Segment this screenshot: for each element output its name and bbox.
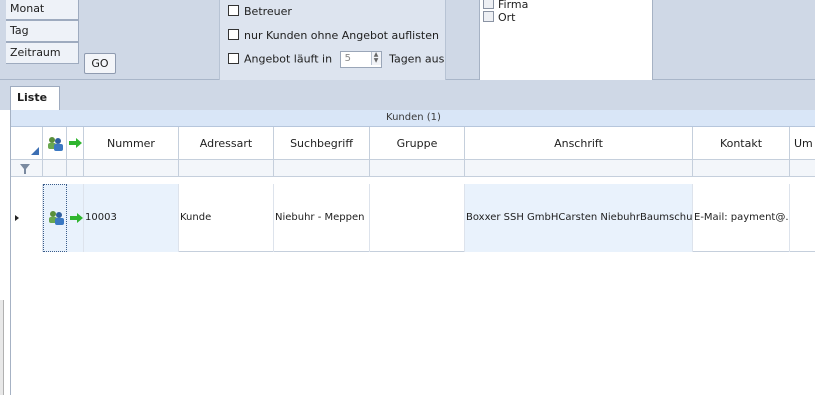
people-icon — [49, 211, 64, 225]
column-header-kontakt[interactable]: Kontakt — [693, 127, 790, 160]
period-tab-monat[interactable]: Monat — [6, 0, 79, 20]
period-tab-tag[interactable]: Tag — [6, 20, 79, 42]
people-icon-header — [43, 127, 67, 160]
angebot-prefix-label: Angebot läuft in — [244, 52, 333, 66]
cell-um[interactable] — [790, 184, 815, 252]
option-ohne-angebot[interactable]: nur Kunden ohne Angebot auflisten — [228, 28, 439, 44]
cell-gruppe[interactable] — [370, 184, 465, 252]
field-checkbox-icon[interactable] — [483, 11, 494, 22]
cell-anschrift[interactable]: Boxxer SSH GmbHCarsten NiebuhrBaumschule… — [465, 184, 693, 252]
group-header: Kunden (1) — [11, 110, 815, 127]
betreuer-checkbox[interactable] — [228, 5, 239, 16]
days-value: 5 — [344, 53, 351, 64]
cell-kontakt[interactable]: E-Mail: payment@... — [693, 184, 790, 252]
cell-adressart[interactable]: Kunde — [179, 184, 274, 252]
row-indicator-header — [11, 127, 43, 160]
betreuer-label: Betreuer — [244, 5, 292, 18]
go-button[interactable]: GO — [84, 53, 116, 74]
cell-suchbegriff[interactable]: Niebuhr - Meppen — [274, 184, 370, 252]
column-header-adressart[interactable]: Adressart — [179, 127, 274, 160]
row-pointer-icon — [15, 215, 19, 221]
filter-cell[interactable] — [43, 160, 67, 177]
arrow-icon-header — [67, 127, 84, 160]
filter-row — [11, 160, 815, 177]
option-angebot-laeuft[interactable]: Angebot läuft in 5 ▲ ▼ Tagen aus — [228, 51, 445, 68]
splitter-handle[interactable] — [0, 300, 4, 395]
filter-cell-anschrift[interactable] — [465, 160, 693, 177]
green-arrow-icon — [69, 138, 82, 148]
column-header-anschrift[interactable]: Anschrift — [465, 127, 693, 160]
filter-cell-gruppe[interactable] — [370, 160, 465, 177]
filter-icon-cell[interactable] — [11, 160, 43, 177]
ohne-angebot-checkbox[interactable] — [228, 29, 239, 40]
field-label-ort: Ort — [498, 11, 516, 24]
filter-cell-suchbegriff[interactable] — [274, 160, 370, 177]
column-header-row: Nummer Adressart Suchbegriff Gruppe Ansc… — [11, 127, 815, 160]
cell-nummer[interactable]: 10003 — [84, 184, 179, 252]
row-indicator[interactable] — [11, 184, 43, 252]
filter-cell-adressart[interactable] — [179, 160, 274, 177]
row-arrow-icon-cell[interactable] — [67, 184, 84, 252]
tab-liste[interactable]: Liste — [10, 86, 60, 110]
angebot-laeuft-checkbox[interactable] — [228, 52, 239, 64]
customer-grid: Kunden (1) Nummer Adressart Suchbegriff … — [10, 110, 815, 395]
filter-cell-um[interactable] — [790, 160, 815, 177]
field-checkbox-icon[interactable] — [483, 0, 494, 9]
column-header-suchbegriff[interactable]: Suchbegriff — [274, 127, 370, 160]
options-group: Betreuer nur Kunden ohne Angebot auflist… — [219, 0, 446, 80]
people-icon — [48, 137, 63, 151]
field-item-ort[interactable]: Ort — [483, 11, 516, 24]
field-label-firma: Firma — [498, 0, 529, 11]
filter-cell-nummer[interactable] — [84, 160, 179, 177]
angebot-suffix-label: Tagen aus — [389, 52, 445, 66]
tab-strip — [0, 80, 815, 110]
field-item-firma[interactable]: Firma — [483, 0, 528, 11]
column-header-nummer[interactable]: Nummer — [84, 127, 179, 160]
spin-arrows-icon[interactable]: ▲ ▼ — [370, 52, 381, 65]
filter-cell[interactable] — [67, 160, 84, 177]
filter-cell-kontakt[interactable] — [693, 160, 790, 177]
column-header-gruppe[interactable]: Gruppe — [370, 127, 465, 160]
green-arrow-icon — [70, 213, 83, 223]
column-header-um[interactable]: Um — [790, 127, 815, 160]
filter-panel: Monat Tag Zeitraum GO Betreuer nur Kunde… — [0, 0, 815, 80]
period-tab-zeitraum[interactable]: Zeitraum — [6, 42, 79, 64]
filter-icon[interactable] — [11, 160, 43, 177]
sort-corner-icon — [31, 147, 39, 155]
row-people-icon-cell[interactable] — [43, 184, 67, 252]
table-row[interactable]: 10003 Kunde Niebuhr - Meppen Boxxer SSH … — [11, 184, 815, 252]
field-list: Firma Ort — [479, 0, 653, 80]
days-stepper[interactable]: 5 ▲ ▼ — [339, 51, 382, 68]
ohne-angebot-label: nur Kunden ohne Angebot auflisten — [244, 29, 439, 42]
option-betreuer[interactable]: Betreuer — [228, 4, 292, 20]
